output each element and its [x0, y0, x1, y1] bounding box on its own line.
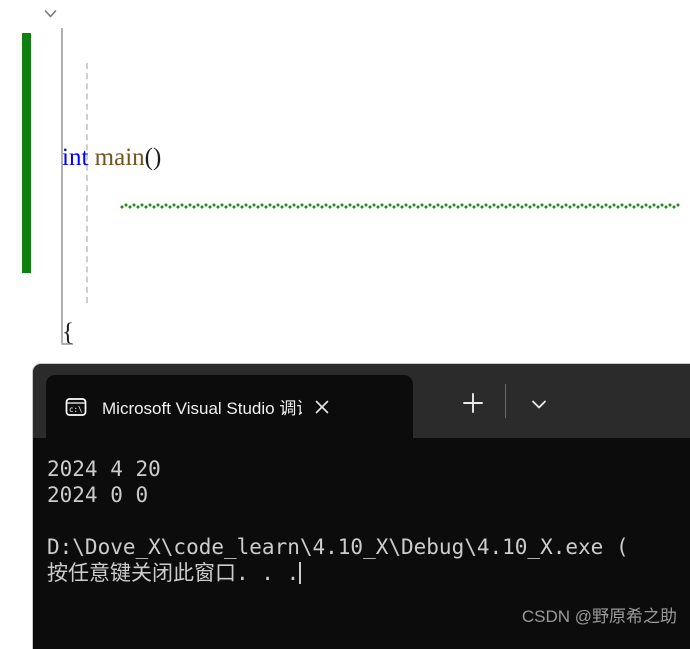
- code-line-2[interactable]: {: [0, 315, 690, 350]
- terminal-cursor: [299, 562, 302, 584]
- terminal-tab-title: Microsoft Visual Studio 调试控: [102, 399, 302, 418]
- toolbar-divider: [505, 384, 506, 418]
- token-brace-open: {: [62, 319, 74, 346]
- close-icon[interactable]: [310, 395, 334, 419]
- token-function-main: main: [94, 144, 145, 171]
- terminal-tab[interactable]: c:\ Microsoft Visual Studio 调试控: [46, 375, 413, 438]
- plus-icon[interactable]: [460, 390, 486, 416]
- token-parens: (): [144, 144, 162, 171]
- code-analysis-squiggle: [120, 203, 680, 209]
- terminal-output-blank-line: [47, 508, 690, 534]
- console-icon: c:\: [64, 395, 88, 419]
- code-lines[interactable]: int main() { int year = 0; int month = 0…: [0, 0, 690, 363]
- code-editor[interactable]: int main() { int year = 0; int month = 0…: [0, 0, 690, 363]
- terminal-output-line: 2024 0 0: [47, 483, 149, 507]
- terminal-window[interactable]: c:\ Microsoft Visual Studio 调试控 2024 4 2…: [32, 363, 690, 649]
- terminal-output-prompt: 按任意键关闭此窗口. . .: [47, 560, 690, 586]
- terminal-output-line: 2024 4 20: [47, 457, 161, 481]
- terminal-prompt-text: 按任意键关闭此窗口. . .: [47, 561, 300, 585]
- chevron-down-icon[interactable]: [527, 392, 551, 416]
- terminal-output-exe-path: D:\Dove_X\code_learn\4.10_X\Debug\4.10_X…: [47, 535, 629, 559]
- terminal-titlebar: c:\ Microsoft Visual Studio 调试控: [33, 364, 690, 438]
- token-keyword-int: int: [62, 144, 89, 171]
- csdn-watermark: CSDN @野原希之助: [521, 607, 677, 626]
- code-line-1[interactable]: int main(): [0, 140, 690, 175]
- terminal-output[interactable]: 2024 4 20 2024 0 0 D:\Dove_X\code_learn\…: [33, 438, 690, 649]
- svg-text:c:\: c:\: [69, 405, 83, 414]
